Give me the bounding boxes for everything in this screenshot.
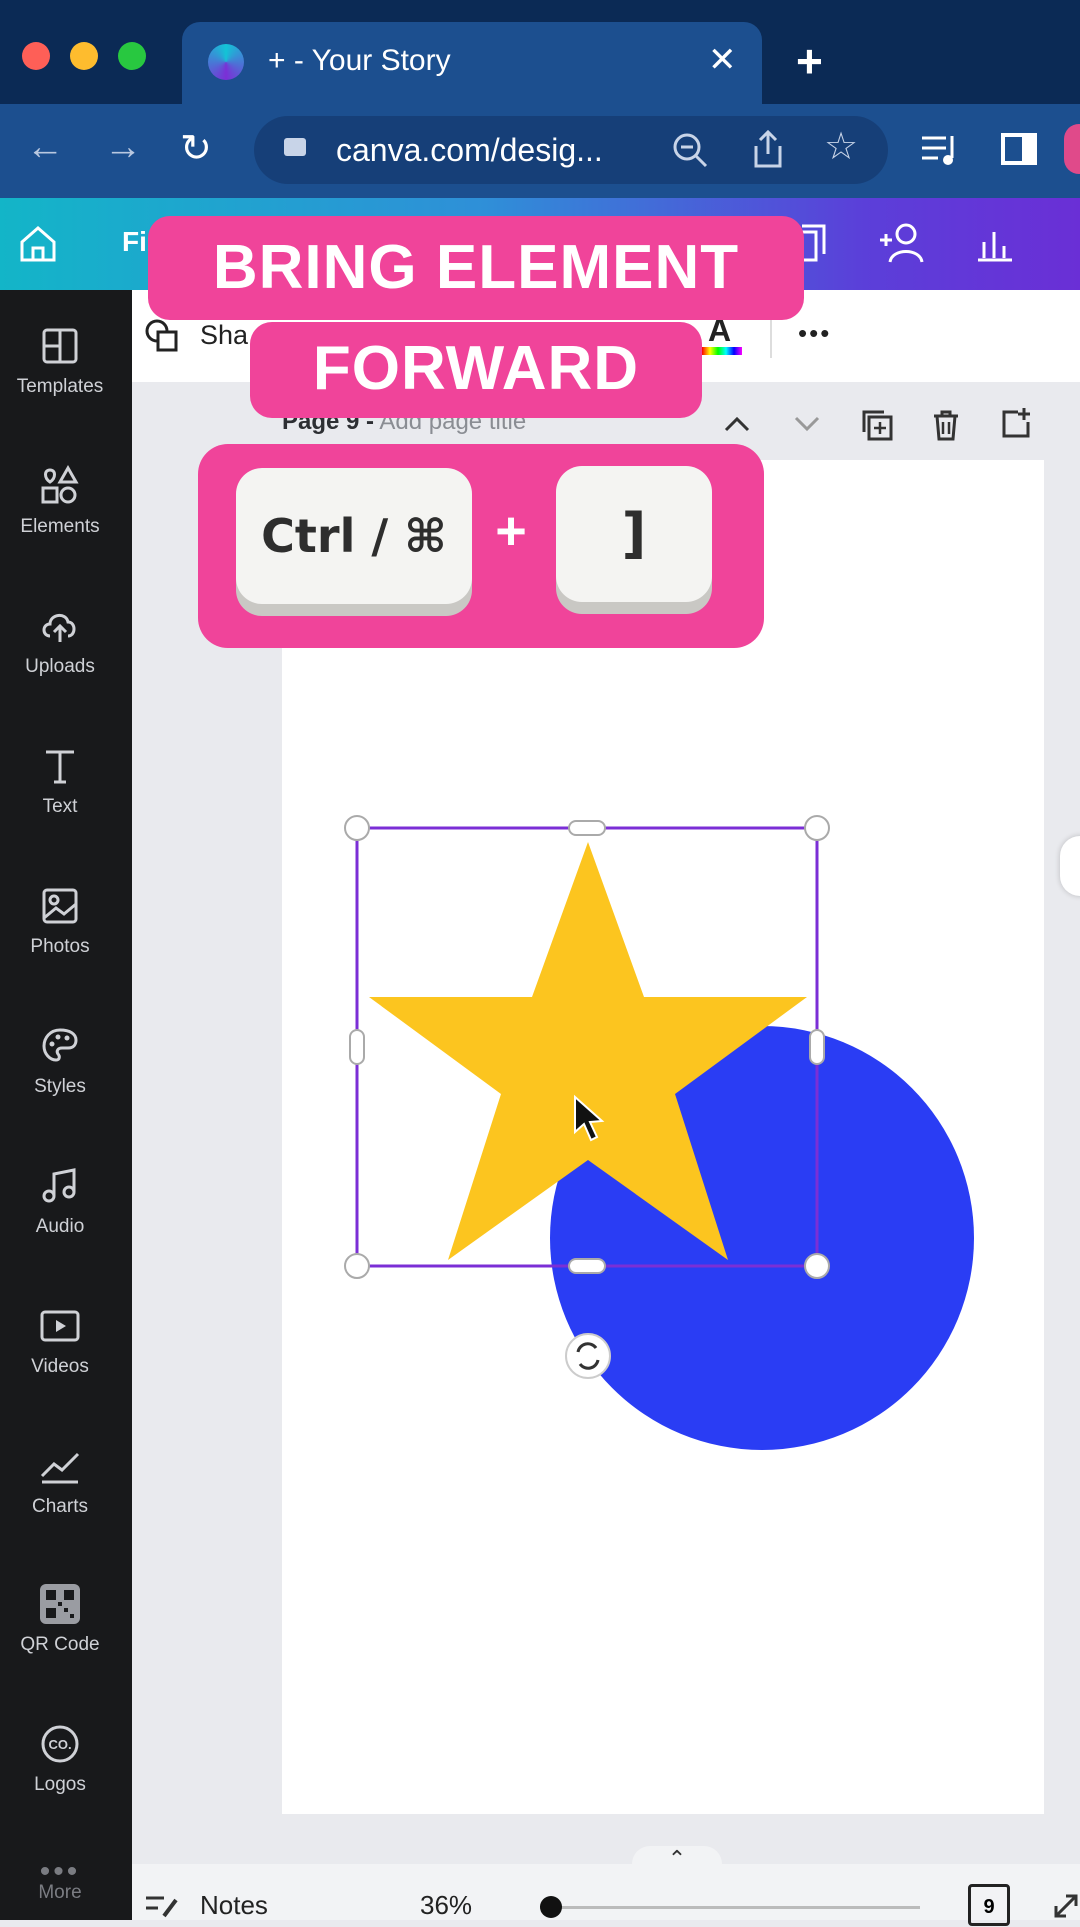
sidebar-item-label: Styles — [34, 1076, 86, 1097]
qr-code-icon — [40, 1584, 80, 1624]
ctrl-cmd-key: Ctrl / ⌘ — [236, 468, 472, 604]
share-icon[interactable] — [748, 128, 788, 172]
fullscreen-icon[interactable] — [1052, 1888, 1080, 1920]
notes-icon[interactable] — [144, 1890, 180, 1920]
resize-handle-top-right[interactable] — [804, 815, 830, 841]
overlay-banner-line1: BRING ELEMENT — [148, 216, 804, 320]
sidebar-item-elements[interactable]: Elements — [0, 464, 120, 538]
add-people-icon[interactable] — [876, 220, 926, 268]
sidebar-item-label: More — [38, 1882, 82, 1903]
sidebar-item-label: Audio — [35, 1216, 85, 1237]
chevron-up-icon[interactable] — [722, 412, 752, 436]
tab-title: + - Your Story — [268, 44, 451, 77]
sidebar-item-logos[interactable]: CO. Logos — [0, 1722, 120, 1796]
sidebar-item-label: Elements — [20, 516, 100, 537]
sidebar-item-label: Videos — [31, 1356, 89, 1377]
sidebar-item-label: Charts — [32, 1496, 88, 1517]
zoom-out-icon[interactable] — [670, 130, 710, 170]
duplicate-page-icon[interactable] — [860, 408, 894, 442]
templates-icon — [42, 328, 78, 364]
logos-icon: CO. — [41, 1725, 79, 1763]
zoom-slider-track[interactable] — [540, 1906, 920, 1909]
zoom-level: 36% — [420, 1890, 473, 1920]
lock-icon — [284, 138, 306, 156]
resize-handle-top[interactable] — [568, 820, 606, 836]
sidebar-item-videos[interactable]: Videos — [0, 1304, 120, 1378]
notes-button[interactable]: Notes — [200, 1890, 268, 1921]
window-close-button[interactable] — [22, 42, 50, 70]
delete-page-icon[interactable] — [930, 408, 962, 442]
sidebar-item-more[interactable]: ••• More — [0, 1855, 120, 1904]
more-icon: ••• — [39, 1855, 81, 1888]
sidebar-item-label: QR Code — [20, 1634, 100, 1655]
add-page-icon[interactable] — [998, 406, 1032, 440]
tab-close-icon[interactable]: ✕ — [708, 40, 737, 80]
shape-icon[interactable] — [144, 318, 180, 354]
resize-handle-top-left[interactable] — [344, 815, 370, 841]
resize-handle-right[interactable] — [809, 1029, 825, 1065]
collapse-panel-button[interactable] — [1060, 836, 1080, 896]
window-minimize-button[interactable] — [70, 42, 98, 70]
sidebar-item-label: Text — [42, 796, 78, 817]
sidebar-item-uploads[interactable]: Uploads — [0, 604, 120, 678]
toolbar-divider — [770, 318, 772, 358]
overlay-banner-line2: FORWARD — [250, 322, 702, 418]
styles-icon — [42, 1028, 78, 1062]
sidebar-item-styles[interactable]: Styles — [0, 1024, 120, 1098]
back-arrow-icon[interactable]: ← — [26, 126, 64, 169]
sidebar-item-photos[interactable]: Photos — [0, 884, 120, 958]
new-tab-button[interactable]: + — [796, 34, 823, 88]
audio-icon — [42, 1168, 76, 1203]
videos-icon — [40, 1310, 80, 1342]
sidebar-item-label: Uploads — [25, 656, 95, 677]
resize-handle-bottom-left[interactable] — [344, 1253, 370, 1279]
editor-footer — [132, 1864, 1080, 1920]
home-icon[interactable] — [16, 222, 60, 266]
bookmark-star-icon[interactable]: ☆ — [824, 124, 858, 169]
rotate-handle-icon[interactable] — [565, 1333, 611, 1379]
forward-arrow-icon[interactable]: → — [104, 126, 142, 169]
profile-avatar[interactable] — [1064, 124, 1080, 174]
sidebar-toggle-icon[interactable] — [1000, 130, 1040, 170]
sidebar-item-templates[interactable]: Templates — [0, 324, 120, 398]
sidebar-item-label: Logos — [34, 1774, 86, 1795]
left-sidebar: Templates Elements Uploads Text Photos S… — [0, 290, 132, 1920]
canvas-shapes — [344, 815, 974, 1450]
text-icon — [46, 750, 74, 784]
more-options-button[interactable]: ••• — [798, 318, 831, 349]
sidebar-item-charts[interactable]: Charts — [0, 1444, 120, 1518]
insights-icon[interactable] — [972, 222, 1016, 266]
url-text[interactable]: canva.com/desig... — [336, 132, 603, 169]
shape-button[interactable]: Sha — [200, 320, 248, 351]
svg-text:CO.: CO. — [48, 1737, 71, 1752]
resize-handle-bottom-right[interactable] — [804, 1253, 830, 1279]
resize-handle-bottom[interactable] — [568, 1258, 606, 1274]
window-maximize-button[interactable] — [118, 42, 146, 70]
sidebar-item-label: Templates — [16, 376, 104, 397]
sidebar-item-text[interactable]: Text — [0, 744, 120, 818]
elements-icon — [41, 464, 79, 504]
photos-icon — [42, 888, 78, 924]
media-control-icon[interactable] — [918, 130, 962, 170]
show-pages-chevron-icon[interactable]: ⌃ — [632, 1846, 722, 1874]
plus-sign: + — [495, 501, 527, 561]
chevron-down-icon[interactable] — [792, 412, 822, 436]
resize-handle-left[interactable] — [349, 1029, 365, 1065]
charts-icon — [40, 1452, 80, 1484]
canva-favicon-icon — [208, 44, 244, 80]
sidebar-item-label: Photos — [30, 936, 90, 957]
reload-icon[interactable]: ↻ — [180, 126, 212, 171]
uploads-icon — [42, 614, 76, 642]
sidebar-item-audio[interactable]: Audio — [0, 1164, 120, 1238]
right-bracket-key: ] — [556, 466, 712, 602]
file-menu[interactable]: Fi — [122, 226, 147, 258]
sidebar-item-qr-code[interactable]: QR Code — [0, 1582, 120, 1656]
